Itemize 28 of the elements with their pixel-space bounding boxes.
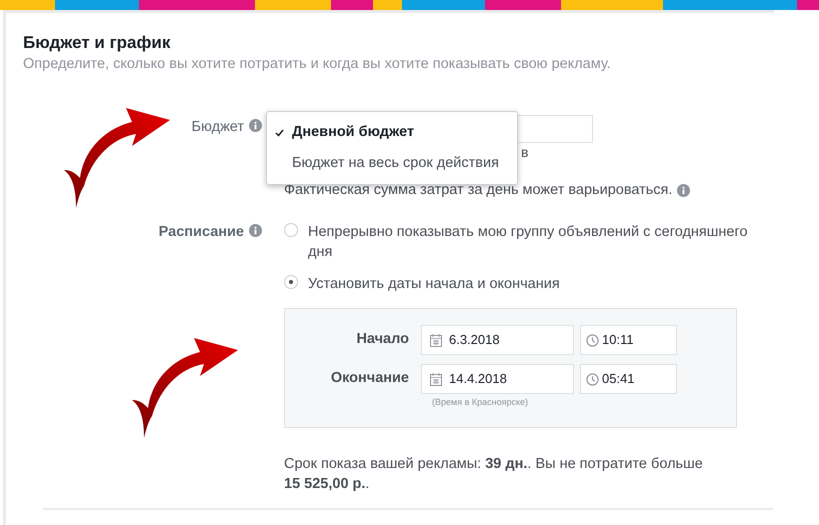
timezone-note: (Время в Красноярске): [432, 396, 530, 409]
info-icon[interactable]: [249, 224, 262, 237]
check-icon: [275, 128, 284, 136]
dropdown-option[interactable]: Дневной бюджет: [267, 117, 517, 148]
date-field[interactable]: 14.4.2018: [421, 364, 574, 394]
radio-button[interactable]: [284, 275, 298, 289]
calendar-icon: [430, 334, 442, 346]
section-subtitle: Определите, сколько вы хотите потратить и когда вы хотите показывать свою рекламу.: [23, 55, 612, 73]
clock-icon: [586, 334, 599, 346]
hidden-text-end: в: [521, 145, 530, 159]
radio-label: Непрерывно показывать мою группу объявлений с сегодняшнего дня: [308, 223, 749, 262]
info-icon[interactable]: [249, 119, 262, 132]
dropdown-option[interactable]: Бюджет на весь срок действия: [267, 148, 517, 179]
budget-label: Бюджет: [192, 119, 244, 135]
clock-icon: [586, 372, 599, 386]
schedule-label: Расписание: [158, 224, 244, 240]
section-title: Бюджет и график: [23, 33, 172, 53]
calendar-icon: [430, 372, 442, 386]
info-icon[interactable]: [677, 184, 690, 196]
time-field[interactable]: 05:41: [580, 364, 677, 394]
time-field[interactable]: 10:11: [580, 325, 677, 355]
radio-button[interactable]: [284, 223, 298, 237]
summary-text: Срок показа вашей рекламы: 39 дн.. Вы не потратите больше 15 525,00 р..: [284, 455, 704, 494]
budget-note: Фактическая сумма затрат за день может варьироваться.: [284, 182, 672, 198]
date-label: Начало: [355, 330, 410, 350]
radio-label: Установить даты начала и окончания: [308, 275, 561, 294]
date-field[interactable]: 6.3.2018: [421, 325, 574, 355]
date-label: Окончание: [330, 369, 410, 388]
